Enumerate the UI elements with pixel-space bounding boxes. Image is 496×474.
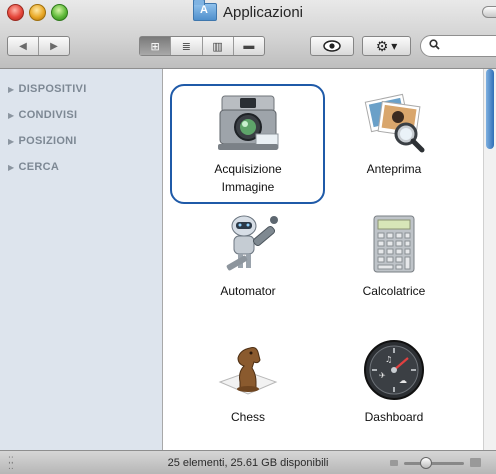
search-field[interactable]	[420, 35, 496, 57]
quicklook-button[interactable]	[310, 36, 354, 56]
file-item-chess[interactable]: Chess	[173, 338, 323, 426]
icon-size-slider[interactable]	[404, 462, 464, 465]
applications-folder-icon	[192, 0, 217, 21]
scroll-thumb[interactable]	[486, 69, 494, 149]
sidebar-section-dispositivi[interactable]: ▶ DISPOSITIVI	[8, 83, 87, 95]
vertical-scrollbar[interactable]	[483, 69, 496, 450]
sidebar-section-posizioni[interactable]: ▶ POSIZIONI	[8, 135, 77, 147]
window-title: Applicazioni	[0, 0, 496, 24]
preview-photos-icon	[364, 93, 425, 153]
disclosure-triangle-icon[interactable]: ▶	[8, 111, 14, 120]
disclosure-triangle-icon[interactable]: ▶	[8, 163, 14, 172]
file-label: Automator	[220, 284, 276, 298]
sidebar: ▶ DISPOSITIVI ▶ CONDIVISI ▶ POSIZIONI ▶ CERC…	[0, 69, 163, 450]
file-item-calcolatrice[interactable]: Calcolatrice	[319, 212, 469, 300]
icon-view-icon: ⊞	[150, 40, 160, 53]
column-view-icon: ▥	[212, 40, 223, 53]
view-mode-group: ⊞ ≣ ▥ ▬	[139, 36, 265, 56]
back-button[interactable]: ◀	[8, 37, 39, 55]
search-icon	[429, 39, 440, 50]
file-label: Chess	[230, 410, 265, 424]
svg-text:✈: ✈	[379, 371, 386, 380]
file-item-anteprima[interactable]: Anteprima	[319, 90, 469, 178]
eye-icon	[323, 40, 341, 52]
chess-knight-icon	[218, 347, 278, 395]
file-item-automator[interactable]: Automator	[173, 212, 323, 300]
large-icon-size-icon	[470, 458, 481, 467]
forward-arrow-icon: ▶	[50, 40, 58, 52]
window-title-text: Applicazioni	[222, 3, 304, 21]
list-view-icon: ≣	[181, 40, 191, 53]
small-icon-size-icon	[390, 460, 398, 466]
finder-window: Applicazioni ◀ ▶ ⊞ ≣ ▥ ▬ ⚙ ▾	[0, 0, 496, 474]
search-input[interactable]	[445, 39, 496, 51]
file-label: Acquisizione	[214, 162, 282, 176]
icon-view-button[interactable]: ⊞	[140, 37, 172, 55]
icon-size-slider-knob[interactable]	[420, 457, 432, 469]
title-bar[interactable]: Applicazioni ◀ ▶ ⊞ ≣ ▥ ▬ ⚙ ▾	[0, 0, 496, 69]
coverflow-view-button[interactable]: ▬	[234, 37, 264, 55]
disclosure-triangle-icon[interactable]: ▶	[8, 85, 14, 94]
file-item-dashboard[interactable]: ♫ ✈ ☁ Dashboard	[319, 338, 469, 426]
coverflow-view-icon: ▬	[243, 40, 255, 52]
sidebar-section-condivisi[interactable]: ▶ CONDIVISI	[8, 109, 77, 121]
svg-text:☁: ☁	[399, 376, 407, 385]
toolbar-toggle-button[interactable]	[482, 6, 496, 18]
column-view-button[interactable]: ▥	[203, 37, 234, 55]
status-bar: ⁚⁚ ⁚⁚ 25 elementi, 25.61 GB disponibili	[0, 450, 496, 474]
gear-icon: ⚙	[375, 37, 389, 54]
calculator-icon	[373, 215, 415, 273]
action-menu-button[interactable]: ⚙ ▾	[362, 36, 411, 56]
forward-button[interactable]: ▶	[39, 37, 69, 55]
sidebar-section-cerca[interactable]: ▶ CERCA	[8, 161, 59, 173]
list-view-button[interactable]: ≣	[171, 37, 203, 55]
file-label: Dashboard	[364, 410, 424, 424]
back-forward-group: ◀ ▶	[7, 36, 70, 56]
dashboard-gauge-icon: ♫ ✈ ☁	[364, 340, 424, 400]
disclosure-triangle-icon[interactable]: ▶	[8, 137, 14, 146]
back-arrow-icon: ◀	[19, 40, 27, 52]
camera-icon	[218, 95, 279, 150]
file-label: Calcolatrice	[362, 284, 426, 298]
file-label-line2: Immagine	[221, 180, 275, 194]
file-item-acquisizione-immagine[interactable]: Acquisizione Immagine	[173, 90, 323, 196]
svg-text:♫: ♫	[385, 355, 392, 364]
chevron-down-icon: ▾	[391, 39, 398, 53]
file-label: Anteprima	[366, 162, 422, 176]
automator-robot-icon	[226, 215, 278, 271]
